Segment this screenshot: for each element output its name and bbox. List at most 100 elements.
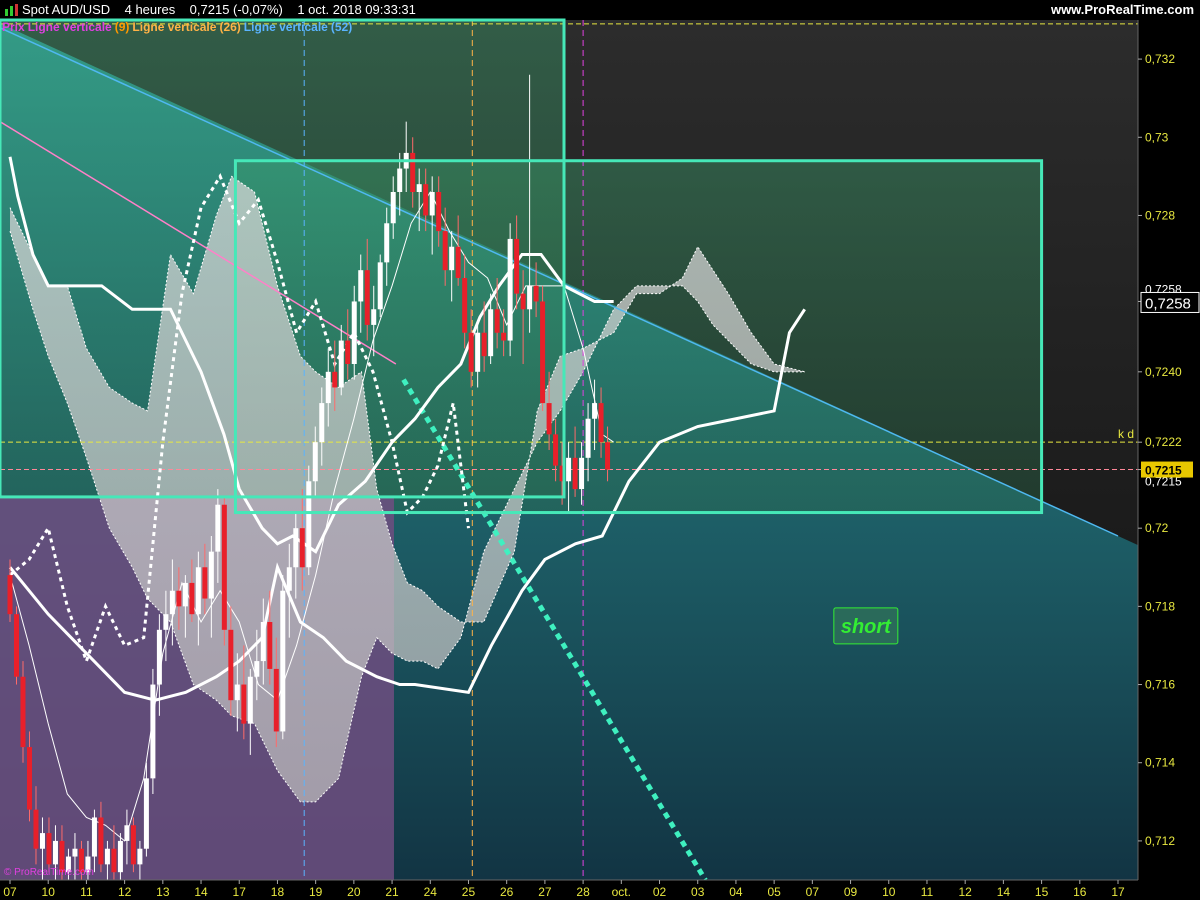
- candle-body: [572, 457, 578, 490]
- candle-body: [436, 192, 442, 232]
- candle-body: [273, 668, 279, 732]
- candle-body: [410, 152, 416, 192]
- candle-body: [293, 528, 299, 568]
- legend-item: (26): [219, 20, 241, 34]
- legend-item: Ligne verticale: [132, 20, 217, 34]
- candle-body: [520, 293, 526, 310]
- time-tick-label: 25: [462, 885, 476, 899]
- candle-body: [228, 629, 234, 701]
- time-axis: 07 10 11 12 13 14 17 18 19 20 21 24 25 26 27 28 oct. 02 03…: [0, 879, 1200, 900]
- candle-body: [533, 285, 539, 302]
- candle-body: [449, 246, 455, 271]
- candle-body: [566, 457, 572, 482]
- candle-body: [176, 590, 182, 607]
- time-tick-label: 14: [194, 885, 208, 899]
- price-tick-label: 0,712: [1145, 834, 1175, 848]
- candle-body: [137, 848, 143, 865]
- time-tick-label: 05: [767, 885, 781, 899]
- candle-body: [579, 457, 585, 490]
- legend-item: (9): [114, 20, 130, 34]
- candle-body: [338, 340, 344, 388]
- time-axis-bg: [0, 880, 1200, 900]
- candle-body: [234, 684, 240, 701]
- price-tick-label: 0,7222: [1145, 435, 1182, 449]
- time-tick-label: 16: [1073, 885, 1087, 899]
- candle-body: [377, 262, 383, 310]
- price-tick-label: 0,716: [1145, 678, 1175, 692]
- horizontal-line-label: k d: [1118, 427, 1134, 441]
- price-tick-label: 0,732: [1145, 52, 1175, 66]
- time-tick-label: 14: [997, 885, 1011, 899]
- candle-body: [117, 840, 123, 873]
- candle-body: [553, 434, 559, 466]
- candle-body: [546, 403, 552, 435]
- price-tick-label: 0,728: [1145, 208, 1175, 222]
- time-tick-label: 11: [80, 885, 93, 899]
- candle-body: [312, 442, 318, 482]
- indicator-legend: Prix Ligne verticale (9) Ligne verticale (26…: [2, 19, 355, 35]
- candle-body: [33, 809, 39, 849]
- candle-body: [494, 309, 500, 333]
- price-tick-label: 0,72: [1145, 521, 1169, 535]
- candle-body: [280, 590, 286, 732]
- candle-body: [189, 582, 195, 615]
- time-tick-label: 15: [1035, 885, 1049, 899]
- candle-body: [299, 528, 305, 568]
- legend-item: (52): [330, 20, 353, 34]
- candle-body: [429, 192, 435, 216]
- candle-body: [247, 676, 253, 724]
- candle-body: [150, 684, 156, 779]
- annotations: short: [833, 607, 899, 645]
- candle-body: [540, 301, 546, 404]
- last-price-label: 0,7215: [1145, 464, 1182, 478]
- time-tick-label: 03: [691, 885, 705, 899]
- legend-item: Ligne verticale: [243, 20, 328, 34]
- candle-body: [91, 817, 97, 857]
- candle-body: [202, 567, 208, 599]
- price-axis: 0,732 0,73 0,728 0,7258 0,7240 0,7222 0,7215 0,…: [1137, 20, 1200, 900]
- candle-body: [325, 371, 331, 404]
- candle-body: [72, 848, 78, 857]
- price-chart[interactable]: k d short 0,732 0,73 0,728 0,7258 0,7240 0,72…: [0, 0, 1200, 900]
- candle-body: [182, 582, 188, 607]
- candle-body: [332, 371, 338, 388]
- time-tick-label: 04: [729, 885, 743, 899]
- candle-body: [13, 614, 19, 677]
- candle-body: [124, 825, 130, 841]
- candle-body: [351, 301, 357, 364]
- candle-body: [468, 332, 474, 372]
- legend-item: Ligne verticale: [27, 20, 112, 34]
- price-tick-label: 0,718: [1145, 599, 1175, 613]
- candle-body: [98, 817, 104, 865]
- candle-body: [46, 833, 52, 865]
- candle-body: [254, 661, 260, 677]
- watermark: © ProRealTime.com: [4, 867, 94, 878]
- candle-body: [221, 504, 227, 630]
- candle-body: [384, 223, 390, 263]
- candle-body: [319, 403, 325, 443]
- time-tick-label: 27: [538, 885, 552, 899]
- candle-body: [462, 278, 468, 333]
- candle-body: [208, 551, 214, 599]
- candle-body: [371, 309, 377, 325]
- candle-body: [215, 504, 221, 552]
- candle-body: [585, 418, 591, 458]
- time-tick-label: 17: [233, 885, 247, 899]
- candle-body: [481, 332, 487, 357]
- candle-body: [306, 481, 312, 568]
- candle-body: [507, 238, 513, 341]
- candle-body: [39, 833, 45, 849]
- candle-body: [143, 778, 149, 849]
- candle-body: [527, 285, 533, 310]
- time-tick-label: 07: [806, 885, 820, 899]
- time-tick-label: 28: [576, 885, 590, 899]
- time-tick-label: 13: [156, 885, 170, 899]
- time-tick-label: oct.: [612, 885, 631, 899]
- candle-body: [195, 567, 201, 615]
- candle-body: [345, 340, 351, 364]
- time-tick-label: 02: [653, 885, 667, 899]
- time-tick-label: 12: [958, 885, 972, 899]
- candle-body: [364, 270, 370, 325]
- short-signal-label: short: [841, 616, 892, 638]
- time-tick-label: 10: [882, 885, 896, 899]
